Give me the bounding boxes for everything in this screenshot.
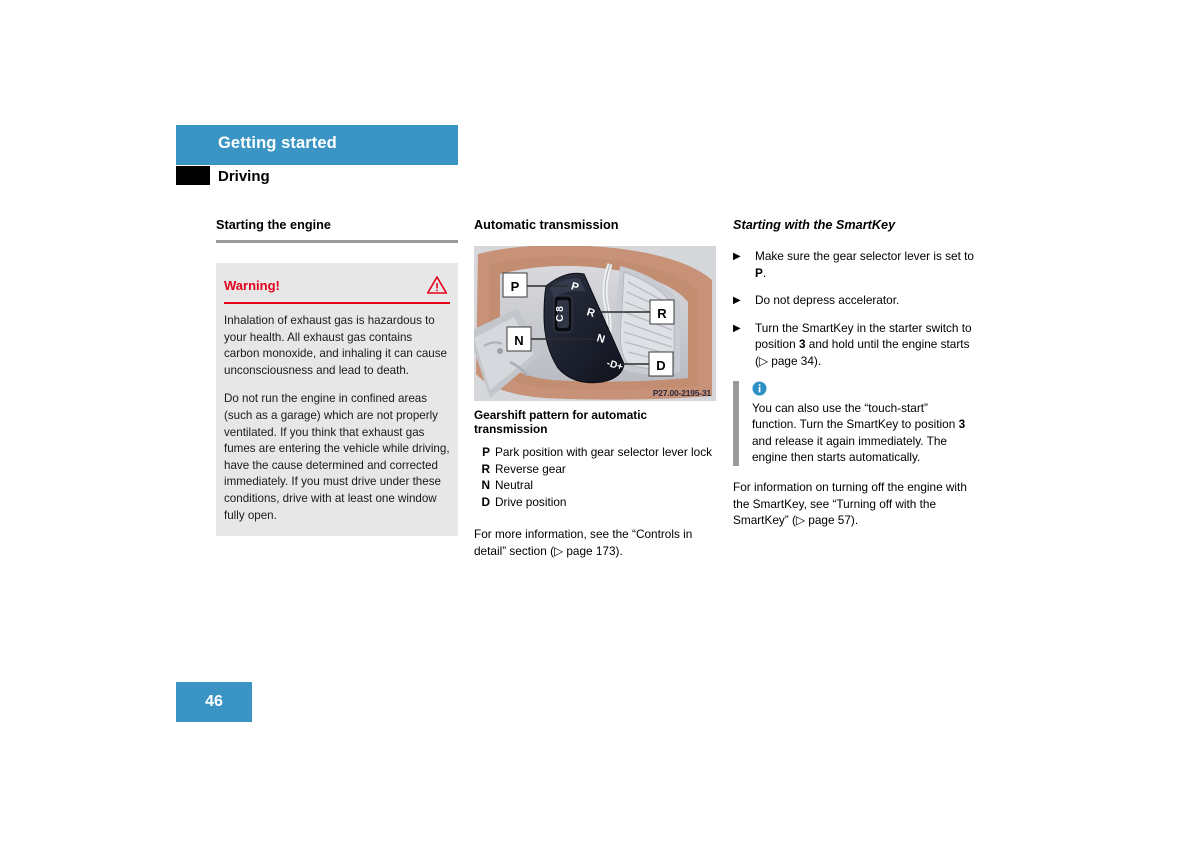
right-column-heading: Starting with the SmartKey	[733, 218, 896, 232]
note-body: You can also use the “touch-start” funct…	[752, 381, 975, 466]
svg-text:R: R	[657, 306, 667, 321]
gear-legend-list: P Park position with gear selector lever…	[474, 444, 716, 510]
legend-key: N	[481, 478, 490, 492]
warning-divider	[224, 302, 450, 304]
left-column: Starting the engine Warning! Inhalation …	[216, 218, 458, 537]
step-text: Do not depress accelerator.	[755, 293, 900, 308]
bullet-arrow-icon: ▶	[733, 251, 741, 262]
list-item: D Drive position	[474, 494, 716, 511]
legend-key: D	[481, 494, 490, 509]
figure-reference-code: P27.00-2195-31	[652, 388, 711, 398]
list-item: R Reverse gear	[474, 461, 716, 478]
subsection-marker	[176, 166, 210, 185]
gearshift-pattern-figure: C 8 P R N -D+ P R N D P27.00-2195-31	[474, 246, 716, 401]
legend-description: Drive position	[495, 494, 567, 509]
note-accent-bar	[733, 380, 739, 466]
right-column: Starting with the SmartKey ▶ Make sure t…	[733, 218, 975, 529]
gearshift-illustration: C 8 P R N -D+ P R N D	[474, 246, 716, 401]
info-circle-icon	[752, 381, 975, 396]
svg-text:C 8: C 8	[555, 306, 566, 322]
heading-divider	[216, 240, 458, 243]
step-text: Turn the SmartKey in the starter switch …	[755, 320, 972, 368]
left-column-heading: Starting the engine	[216, 218, 331, 232]
middle-column: Automatic transmission C 8 P R N -D+ P R…	[474, 218, 716, 559]
svg-text:P: P	[511, 279, 520, 294]
more-information-paragraph: For more information, see the “Controls …	[474, 527, 693, 558]
svg-text:D: D	[656, 358, 665, 373]
warning-box: Warning! Inhalation of exhaust gas is ha…	[216, 263, 458, 537]
warning-title: Warning!	[224, 277, 280, 293]
legend-key: R	[481, 461, 490, 476]
legend-description: Reverse gear	[495, 461, 566, 476]
list-item: ▶ Turn the SmartKey in the starter switc…	[733, 320, 975, 370]
note-text: You can also use the “touch-start” funct…	[752, 400, 966, 465]
svg-text:N: N	[514, 333, 523, 348]
list-item: ▶ Make sure the gear selector lever is s…	[733, 248, 975, 281]
page-number: 46	[205, 693, 223, 710]
smartkey-steps-list: ▶ Make sure the gear selector lever is s…	[733, 248, 975, 370]
middle-column-heading: Automatic transmission	[474, 218, 619, 232]
closing-paragraph: For information on turning off the engin…	[733, 479, 967, 528]
page-title: Getting started	[218, 134, 337, 152]
step-text: Make sure the gear selector lever is set…	[755, 249, 974, 280]
list-item: N Neutral	[474, 477, 716, 494]
info-note-box: You can also use the “touch-start” funct…	[733, 380, 975, 466]
subsection-title: Driving	[218, 168, 270, 185]
bullet-arrow-icon: ▶	[733, 295, 741, 307]
page-number-badge: 46	[176, 682, 252, 722]
warning-paragraph-1: Inhalation of exhaust gas is hazardous t…	[224, 314, 448, 377]
figure-caption: Gearshift pattern for automatic transmis…	[474, 408, 648, 436]
warning-paragraph-2: Do not run the engine in confined areas …	[224, 392, 450, 522]
legend-description: Neutral	[495, 478, 534, 492]
legend-key: P	[482, 445, 490, 459]
warning-triangle-icon	[426, 275, 448, 295]
section-header-bar: Getting started	[176, 125, 458, 165]
warning-header: Warning!	[224, 273, 450, 297]
list-item: P Park position with gear selector lever…	[474, 444, 716, 461]
bullet-arrow-icon: ▶	[733, 322, 741, 334]
list-item: ▶ Do not depress accelerator.	[733, 292, 975, 309]
legend-description: Park position with gear selector lever l…	[495, 445, 713, 459]
